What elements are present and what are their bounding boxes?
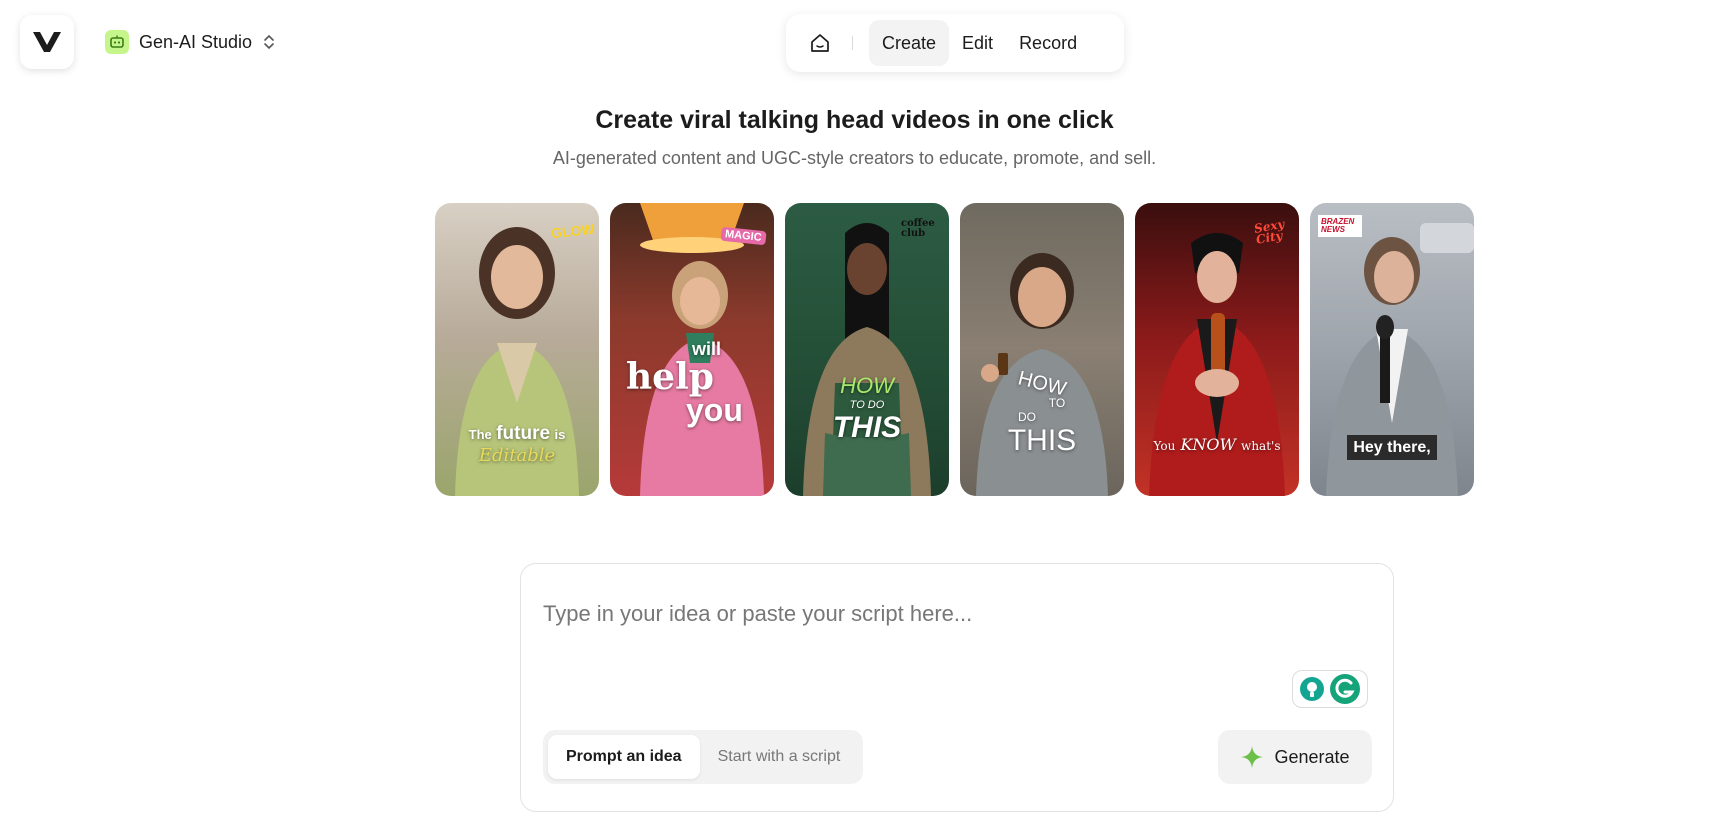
caption-word: HOW: [840, 373, 894, 398]
sparkle-icon: [1241, 746, 1264, 768]
caption-word: THIS: [1007, 424, 1077, 457]
card-caption: Hey there,: [1310, 435, 1474, 460]
page-subtitle: AI-generated content and UGC-style creat…: [552, 148, 1157, 168]
example-video-card[interactable]: coffee club HOW TO DO THIS: [785, 203, 949, 496]
prompt-mode-toggle: Prompt an idea Start with a script: [543, 730, 864, 784]
nav-divider: [852, 36, 853, 50]
mode-start-script[interactable]: Start with a script: [700, 735, 859, 779]
top-navigation: Create Edit Record: [786, 14, 1124, 72]
card-badge: BRAZEN NEWS: [1318, 215, 1362, 237]
caption-word: KNOW: [1180, 435, 1236, 454]
home-button[interactable]: [798, 21, 842, 65]
caption-word: help: [626, 356, 714, 398]
workspace-selector[interactable]: Gen-AI Studio: [105, 26, 276, 58]
home-icon: [811, 34, 829, 52]
prompt-panel: Prompt an idea Start with a script Gener…: [520, 563, 1394, 812]
v-logo-icon: [33, 32, 61, 52]
caption-word: future: [496, 423, 551, 444]
tab-create[interactable]: Create: [869, 20, 950, 66]
writing-assistant-widget[interactable]: [1292, 670, 1368, 708]
card-caption: HOW TO DO THIS: [960, 367, 1124, 458]
generate-label: Generate: [1274, 746, 1350, 767]
lightbulb-icon: [1300, 677, 1324, 701]
caption-word: THIS: [832, 411, 902, 444]
mode-prompt-idea[interactable]: Prompt an idea: [548, 735, 700, 779]
caption-word: Editable: [478, 445, 556, 466]
example-video-card[interactable]: MAGIC will help you: [610, 203, 774, 496]
caption-word: The: [468, 427, 492, 442]
card-caption: will help you: [610, 339, 774, 426]
page-title: Create viral talking head videos in one …: [595, 106, 1114, 134]
card-badge: coffee club: [901, 218, 935, 239]
caption-word: DO: [1018, 410, 1036, 424]
tab-edit[interactable]: Edit: [949, 20, 1006, 66]
caption-word: what's: [1241, 439, 1281, 453]
presenter-thumbnail: [803, 223, 931, 496]
caption-word: is: [554, 427, 566, 442]
app-logo[interactable]: [20, 15, 74, 69]
grammarly-icon: [1330, 674, 1360, 704]
card-caption: The future is Editable: [435, 423, 599, 466]
example-video-carousel: GLOW The future is Editable MAGIC will h…: [435, 203, 1474, 496]
example-video-card[interactable]: Sexy City You KNOW what's: [1135, 203, 1299, 496]
prompt-input[interactable]: [543, 594, 1363, 634]
workspace-name: Gen-AI Studio: [139, 31, 253, 52]
example-video-card[interactable]: BRAZEN NEWS Hey there,: [1310, 203, 1474, 496]
caption-word: you: [686, 392, 743, 428]
card-caption: HOW TO DO THIS: [785, 373, 949, 445]
workspace-robot-icon: [105, 30, 129, 54]
example-video-card[interactable]: HOW TO DO THIS: [960, 203, 1124, 496]
caption-word: Hey there,: [1347, 435, 1437, 460]
chevron-updown-icon: [264, 34, 274, 50]
card-caption: You KNOW what's: [1135, 435, 1299, 454]
generate-button[interactable]: Generate: [1218, 730, 1372, 784]
tab-record[interactable]: Record: [1006, 20, 1090, 66]
caption-word: You: [1153, 439, 1176, 453]
example-video-card[interactable]: GLOW The future is Editable: [435, 203, 599, 496]
caption-word: TO DO: [849, 399, 885, 411]
